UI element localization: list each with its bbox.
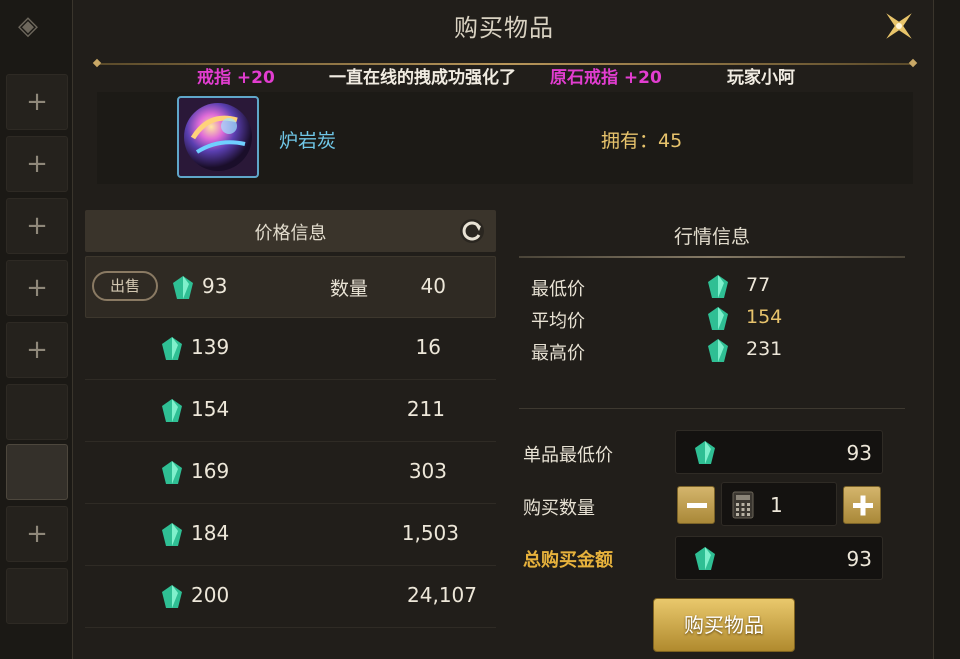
sell-button[interactable]: 出售 bbox=[92, 271, 158, 301]
listing-quantity: 24,107 bbox=[407, 583, 477, 607]
listing-quantity: 211 bbox=[406, 397, 445, 421]
gem-icon bbox=[708, 339, 728, 362]
minus-icon bbox=[687, 503, 707, 508]
unit-min-price-label: 单品最低价 bbox=[523, 445, 613, 466]
listing-row[interactable]: 200 24,107 bbox=[85, 566, 496, 628]
add-slot-button[interactable]: + bbox=[6, 322, 68, 378]
broadcast-marquee: 戒指 +20 一直在线的拽成功强化了 原石戒指 +20 玩家小阿 bbox=[97, 66, 913, 90]
price-info-header: 价格信息 bbox=[85, 210, 496, 252]
title-divider bbox=[97, 63, 913, 65]
listing-row[interactable]: 154 211 bbox=[85, 380, 496, 442]
market-separator bbox=[519, 408, 905, 409]
close-icon[interactable] bbox=[879, 6, 919, 46]
sell-listing-row[interactable]: 出售 93 数量 40 bbox=[85, 256, 496, 318]
listing-row[interactable]: 184 1,503 bbox=[85, 504, 496, 566]
purchase-dialog: 购买物品 戒指 +20 一直在线的拽成功强化了 原石戒指 +20 玩家小阿 炉岩… bbox=[72, 0, 934, 659]
buy-item-button[interactable]: 购买物品 bbox=[653, 598, 795, 652]
add-slot-button[interactable]: + bbox=[6, 136, 68, 192]
gem-icon bbox=[162, 523, 182, 546]
unit-min-price-value: 93 bbox=[846, 441, 872, 465]
gem-icon bbox=[162, 337, 182, 360]
add-slot-button[interactable]: + bbox=[6, 506, 68, 562]
quantity-input-field[interactable]: 1 bbox=[721, 482, 837, 526]
listing-row[interactable]: 139 16 bbox=[85, 318, 496, 380]
lava-coal-item-icon[interactable] bbox=[177, 96, 259, 178]
selected-slot[interactable] bbox=[6, 444, 68, 500]
gem-icon bbox=[695, 547, 715, 570]
max-price-value: 231 bbox=[746, 338, 783, 360]
total-amount-field: 93 bbox=[675, 536, 883, 580]
listing-quantity: 1,503 bbox=[401, 521, 459, 545]
market-max-row: 最高价 231 bbox=[531, 337, 911, 367]
guild-emblem-icon: ◈ bbox=[18, 11, 38, 41]
listing-price: 139 bbox=[191, 335, 230, 359]
avg-price-value: 154 bbox=[746, 306, 783, 328]
gem-icon bbox=[162, 399, 182, 422]
market-info-title: 行情信息 bbox=[673, 226, 750, 248]
gem-icon bbox=[708, 275, 728, 298]
marquee-segment: 一直在线的拽成功强化了 bbox=[329, 68, 516, 88]
left-slot-strip: ◈ + + + + + + bbox=[0, 0, 72, 659]
marquee-segment: 原石戒指 +20 bbox=[550, 68, 662, 88]
unit-min-price-field: 93 bbox=[675, 430, 883, 474]
max-price-label: 最高价 bbox=[531, 343, 585, 364]
increase-quantity-button[interactable] bbox=[843, 486, 881, 524]
background-edge bbox=[934, 0, 960, 659]
listing-quantity: 40 bbox=[420, 274, 446, 298]
market-min-row: 最低价 77 bbox=[531, 273, 911, 303]
gem-icon bbox=[162, 461, 182, 484]
gem-icon bbox=[695, 441, 715, 464]
owned-count: 拥有：45 bbox=[601, 130, 683, 152]
refresh-icon[interactable] bbox=[457, 216, 487, 246]
total-amount-label: 总购买金额 bbox=[523, 550, 613, 571]
quantity-value[interactable]: 1 bbox=[770, 493, 783, 517]
purchase-quantity-label: 购买数量 bbox=[523, 498, 595, 519]
min-price-value: 77 bbox=[746, 274, 771, 296]
dialog-title: 购买物品 bbox=[454, 14, 554, 42]
decrease-quantity-button[interactable] bbox=[677, 486, 715, 524]
total-amount-value: 93 bbox=[846, 547, 872, 571]
listing-row[interactable]: 169 303 bbox=[85, 442, 496, 504]
add-slot-button[interactable]: + bbox=[6, 198, 68, 254]
item-name: 炉岩炭 bbox=[279, 130, 337, 152]
gem-icon bbox=[162, 585, 182, 608]
gem-icon bbox=[173, 276, 193, 299]
listing-price: 200 bbox=[191, 583, 230, 607]
empty-slot[interactable] bbox=[6, 568, 68, 624]
avg-price-label: 平均价 bbox=[531, 311, 585, 332]
price-info-title: 价格信息 bbox=[254, 223, 327, 244]
listing-quantity: 303 bbox=[408, 459, 447, 483]
listing-price: 93 bbox=[202, 274, 228, 298]
gem-icon bbox=[708, 307, 728, 330]
listing-price: 184 bbox=[191, 521, 230, 545]
calculator-icon[interactable] bbox=[732, 491, 754, 519]
plus-icon bbox=[853, 495, 873, 516]
listing-price: 169 bbox=[191, 459, 230, 483]
marquee-segment: 玩家小阿 bbox=[727, 68, 795, 88]
empty-slot[interactable] bbox=[6, 384, 68, 440]
market-avg-row: 平均价 154 bbox=[531, 305, 911, 335]
market-divider bbox=[519, 256, 905, 258]
min-price-label: 最低价 bbox=[531, 279, 585, 300]
add-slot-button[interactable]: + bbox=[6, 74, 68, 130]
listing-quantity: 16 bbox=[415, 335, 441, 359]
quantity-label: 数量 bbox=[330, 278, 369, 300]
item-summary: 炉岩炭 拥有：45 bbox=[97, 92, 913, 184]
listing-price: 154 bbox=[191, 397, 230, 421]
marquee-segment: 戒指 +20 bbox=[197, 68, 275, 88]
add-slot-button[interactable]: + bbox=[6, 260, 68, 316]
